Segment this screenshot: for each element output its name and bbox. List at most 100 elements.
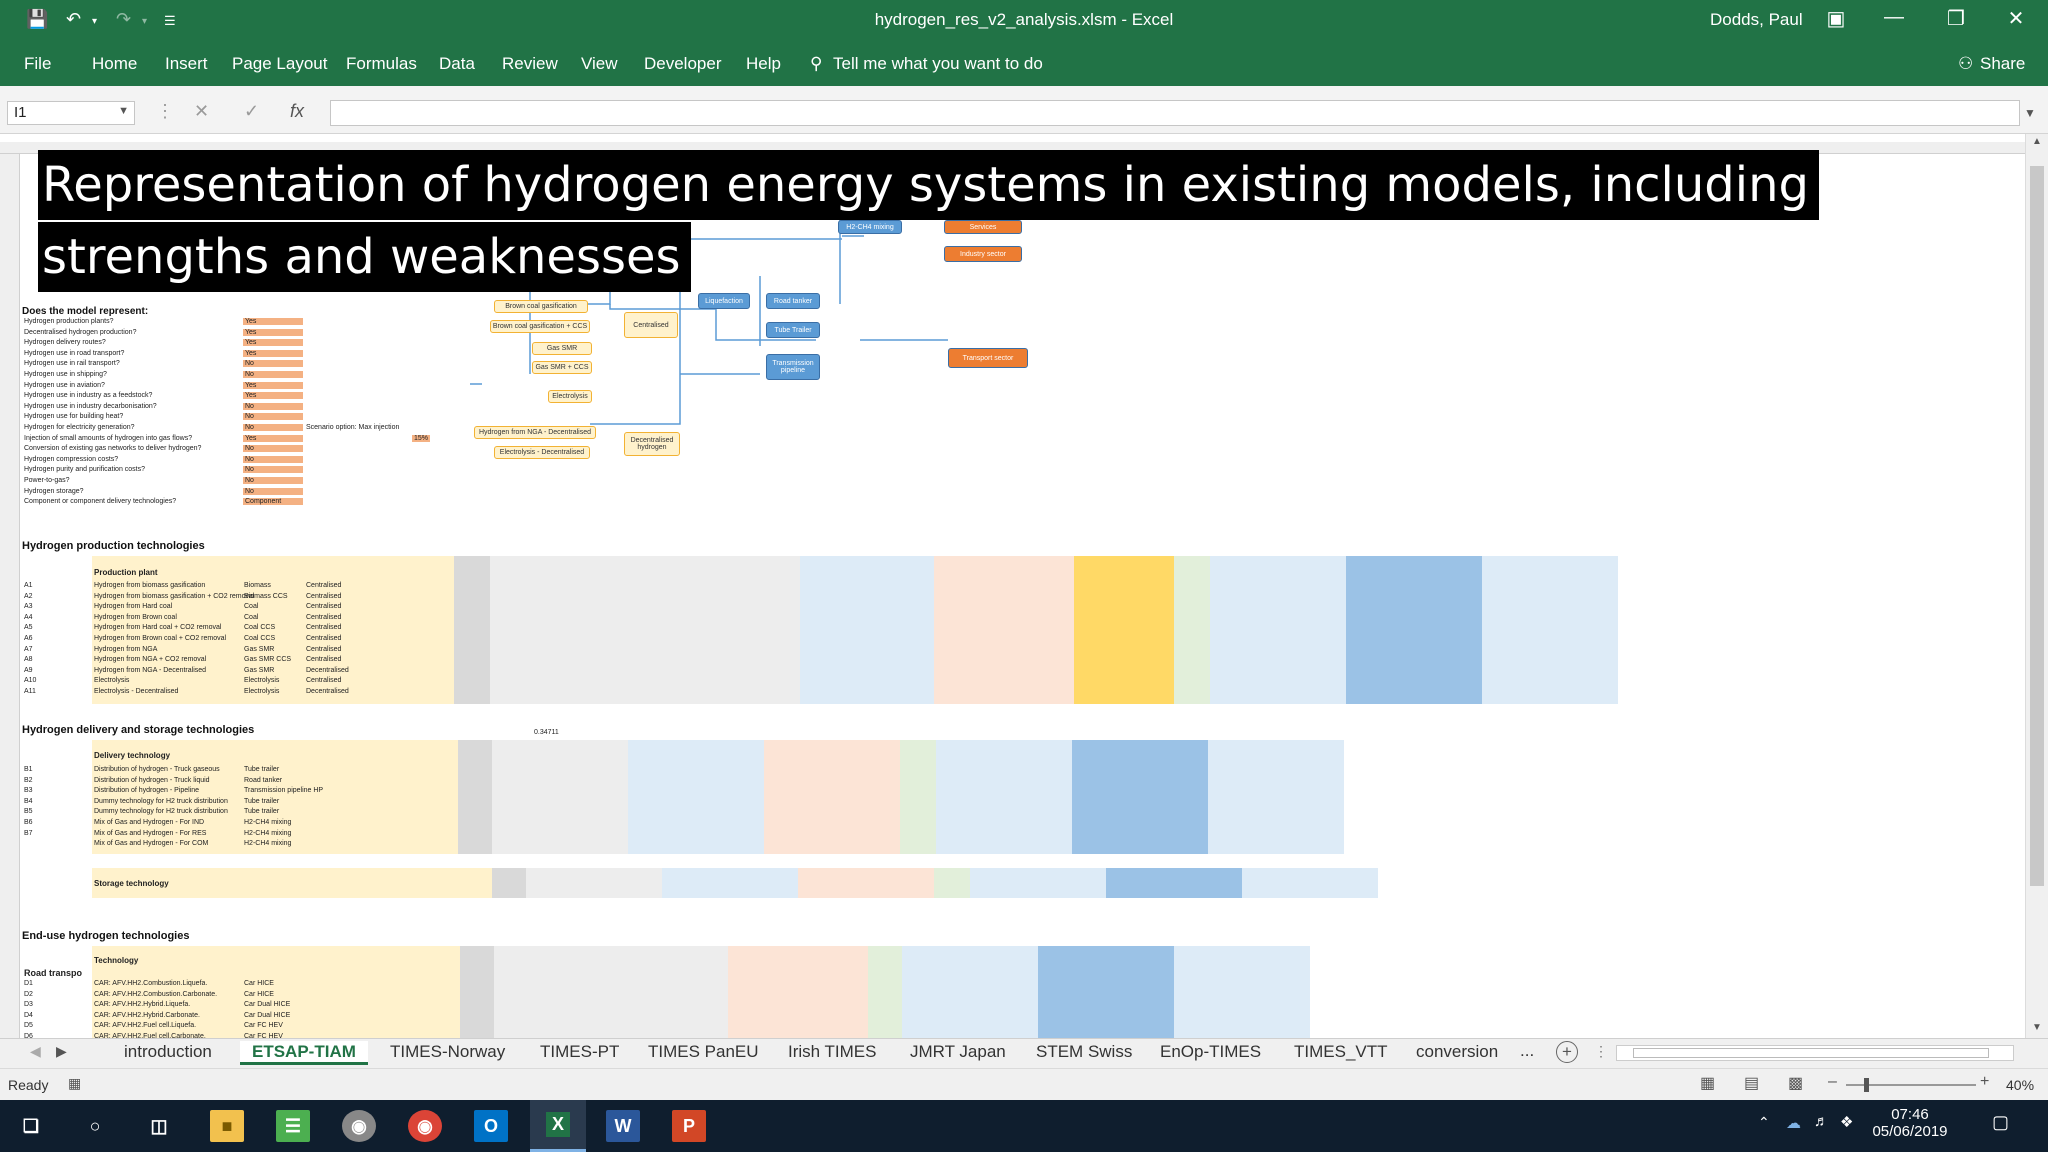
- tab-scroll-right-icon[interactable]: ▶: [56, 1043, 67, 1060]
- diagram-node[interactable]: Industry sector: [944, 246, 1022, 262]
- row-description[interactable]: Dummy technology for H2 truck distributi…: [94, 798, 228, 805]
- system-clock[interactable]: 07:46 05/06/2019: [1870, 1106, 1950, 1140]
- diagram-node[interactable]: H2-CH4 mixing: [838, 220, 902, 234]
- row-description[interactable]: Mix of Gas and Hydrogen - For RES: [94, 830, 206, 837]
- expand-formula-bar-icon[interactable]: ▼: [2024, 106, 2036, 120]
- question-answer[interactable]: Yes: [243, 339, 303, 347]
- row-type[interactable]: Transmission pipeline HP: [244, 787, 323, 794]
- minimize-icon[interactable]: —: [1874, 6, 1914, 29]
- row-description[interactable]: Hydrogen from NGA - Decentralised: [94, 667, 206, 674]
- menu-review[interactable]: Review: [502, 54, 558, 74]
- row-type[interactable]: Gas SMR: [244, 667, 274, 674]
- question-answer[interactable]: No: [243, 445, 303, 453]
- powerpoint-icon[interactable]: P: [672, 1110, 706, 1142]
- zoom-level[interactable]: 40%: [2006, 1077, 2034, 1093]
- row-id[interactable]: B1: [24, 766, 33, 773]
- chevron-up-icon[interactable]: ⌃: [1758, 1114, 1770, 1131]
- horizontal-scroll-thumb[interactable]: [1633, 1048, 1989, 1058]
- macro-record-icon[interactable]: ▦: [68, 1075, 81, 1092]
- row-description[interactable]: Dummy technology for H2 truck distributi…: [94, 808, 228, 815]
- production-investment-block[interactable]: [1210, 556, 1346, 704]
- question-answer[interactable]: No: [243, 466, 303, 474]
- row-description[interactable]: Electrolysis: [94, 677, 129, 684]
- row-description[interactable]: Hydrogen from biomass gasification: [94, 582, 205, 589]
- menu-insert[interactable]: Insert: [165, 54, 208, 74]
- delivery-outputs-block[interactable]: [628, 740, 764, 854]
- zoom-in-icon[interactable]: +: [1980, 1073, 1989, 1091]
- excel-taskbar-icon[interactable]: X: [530, 1100, 586, 1152]
- question-answer[interactable]: Yes: [243, 349, 303, 357]
- sheet-tab[interactable]: Irish TIMES: [776, 1041, 888, 1065]
- diagram-node[interactable]: Hydrogen from NGA - Decentralised: [474, 426, 596, 439]
- row-location[interactable]: Decentralised: [306, 667, 349, 674]
- menu-view[interactable]: View: [581, 54, 618, 74]
- add-sheet-icon[interactable]: +: [1556, 1041, 1578, 1063]
- vertical-scrollbar[interactable]: ▲ ▼: [2025, 134, 2048, 1038]
- menu-file[interactable]: File: [24, 54, 51, 74]
- row-description[interactable]: Mix of Gas and Hydrogen - For COM: [94, 840, 208, 847]
- insert-function-icon[interactable]: fx: [290, 101, 304, 122]
- row-id[interactable]: A6: [24, 635, 33, 642]
- row-location[interactable]: Centralised: [306, 593, 341, 600]
- row-id[interactable]: A5: [24, 624, 33, 631]
- delivery-lifetime-block[interactable]: [900, 740, 936, 854]
- diagram-node[interactable]: Transport sector: [948, 348, 1028, 368]
- row-id[interactable]: B3: [24, 787, 33, 794]
- row-id[interactable]: B4: [24, 798, 33, 805]
- delivery-inputs-block[interactable]: [492, 740, 628, 854]
- delivery-investment-block[interactable]: [936, 740, 1072, 854]
- windows-start-icon[interactable]: ❏: [14, 1110, 48, 1142]
- row-type[interactable]: Tube trailer: [244, 766, 279, 773]
- formula-input[interactable]: [330, 100, 2020, 126]
- row-location[interactable]: Centralised: [306, 614, 341, 621]
- close-icon[interactable]: ✕: [1996, 6, 2036, 31]
- normal-view-icon[interactable]: ▦: [1700, 1073, 1715, 1093]
- delivery-fixed-om-block[interactable]: [1072, 740, 1208, 854]
- delivery-avail-block[interactable]: [458, 740, 492, 854]
- production-lifetime-block[interactable]: [1174, 556, 1210, 704]
- row-description[interactable]: Distribution of hydrogen - Truck gaseous: [94, 766, 220, 773]
- row-type[interactable]: Coal: [244, 603, 258, 610]
- enduse-avail-block[interactable]: [460, 946, 494, 1038]
- row-type[interactable]: Road tanker: [244, 777, 282, 784]
- question-answer[interactable]: No: [243, 487, 303, 495]
- row-type[interactable]: Car HICE: [244, 980, 274, 987]
- diagram-node[interactable]: Electrolysis - Decentralised: [494, 446, 590, 459]
- row-type[interactable]: Gas SMR: [244, 646, 274, 653]
- enduse-inputs-block[interactable]: [494, 946, 728, 1038]
- diagram-node[interactable]: Centralised: [624, 312, 678, 338]
- row-location[interactable]: Centralised: [306, 635, 341, 642]
- row-type[interactable]: Car FC HEV: [244, 1022, 283, 1029]
- row-description[interactable]: CAR: AFV.HH2.Combustion.Carbonate.: [94, 991, 217, 998]
- row-description[interactable]: Mix of Gas and Hydrogen - For IND: [94, 819, 204, 826]
- row-type[interactable]: Tube trailer: [244, 808, 279, 815]
- question-answer[interactable]: No: [243, 402, 303, 410]
- row-description[interactable]: Hydrogen from Hard coal: [94, 603, 172, 610]
- row-id[interactable]: D3: [24, 1001, 33, 1008]
- row-type[interactable]: Biomass: [244, 582, 271, 589]
- row-description[interactable]: Hydrogen from biomass gasification + CO2…: [94, 593, 254, 600]
- row-location[interactable]: Centralised: [306, 582, 341, 589]
- row-location[interactable]: Centralised: [306, 603, 341, 610]
- enduse-investment-block[interactable]: [902, 946, 1038, 1038]
- diagram-node[interactable]: Road tanker: [766, 293, 820, 309]
- row-description[interactable]: CAR: AFV.HH2.Hybrid.Carbonate.: [94, 1012, 200, 1019]
- scenario-value[interactable]: 15%: [412, 435, 431, 442]
- storage-avail-block[interactable]: [492, 868, 526, 898]
- sheet-tab[interactable]: conversion: [1404, 1041, 1510, 1065]
- row-id[interactable]: D2: [24, 991, 33, 998]
- row-id[interactable]: D1: [24, 980, 33, 987]
- row-id[interactable]: B2: [24, 777, 33, 784]
- row-type[interactable]: Gas SMR CCS: [244, 656, 291, 663]
- storage-inputs-block[interactable]: [526, 868, 662, 898]
- zoom-slider[interactable]: [1846, 1078, 1976, 1092]
- sheet-tab[interactable]: TIMES PanEU: [636, 1041, 771, 1065]
- storage-efficiency-block[interactable]: [798, 868, 934, 898]
- enter-icon[interactable]: ✓: [244, 101, 259, 122]
- row-type[interactable]: H2-CH4 mixing: [244, 819, 291, 826]
- project-app-icon[interactable]: ☰: [276, 1110, 310, 1142]
- page-break-view-icon[interactable]: ▩: [1788, 1073, 1803, 1093]
- storage-fixed-om-block[interactable]: [1106, 868, 1242, 898]
- row-type[interactable]: H2-CH4 mixing: [244, 840, 291, 847]
- storage-outputs-block[interactable]: [662, 868, 798, 898]
